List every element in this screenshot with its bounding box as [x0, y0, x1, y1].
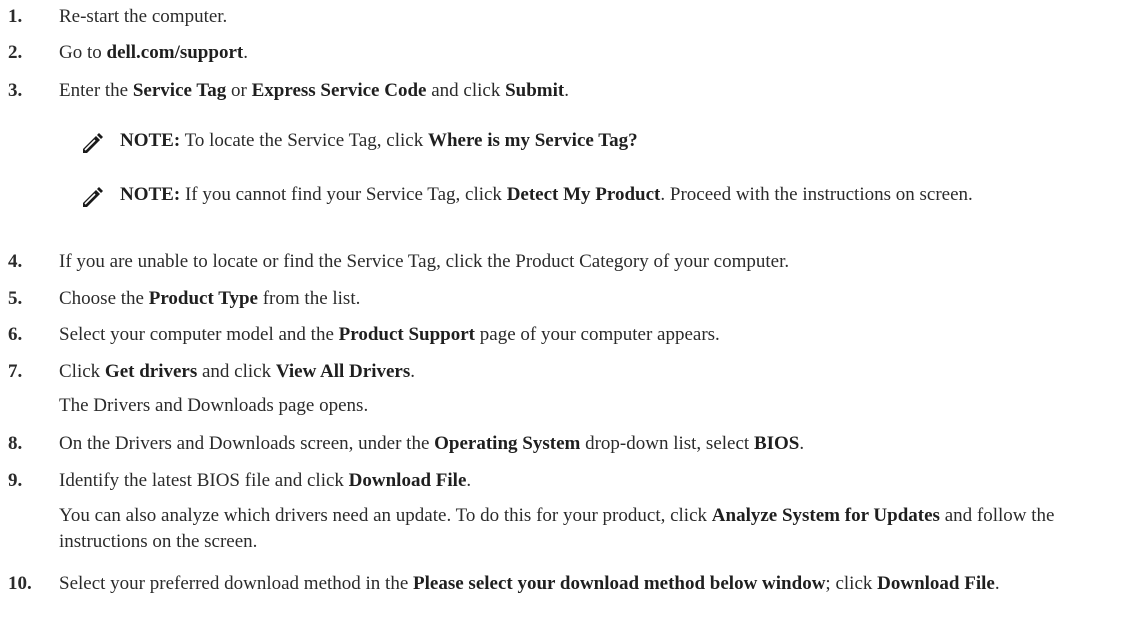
- note-pencil-icon: [83, 187, 103, 207]
- step-number: 10.: [8, 573, 32, 594]
- text-run: . Proceed with the instructions on scree…: [660, 184, 973, 205]
- bold-run: Detect My Product: [506, 184, 661, 205]
- text-run: Go to: [59, 42, 107, 63]
- text-run: To locate the Service Tag, click: [180, 130, 428, 151]
- sub-paragraph-analyze: You can also analyze which drivers need …: [59, 503, 1113, 555]
- step-number: 7.: [8, 361, 23, 382]
- text-run: or: [226, 80, 252, 101]
- bold-run: Submit: [505, 80, 565, 101]
- text-run: .: [410, 361, 415, 382]
- step-text: If you are unable to locate or find the …: [59, 249, 1113, 274]
- text-run: drop-down list, select: [580, 433, 754, 454]
- step-text: Re-start the computer.: [59, 4, 1113, 29]
- text-run: On the Drivers and Downloads screen, und…: [59, 433, 435, 454]
- bold-run: View All Drivers: [275, 361, 411, 382]
- text-run: .: [564, 80, 569, 101]
- text-run: .: [243, 42, 248, 63]
- step-text: Enter the Service Tag or Express Service…: [59, 78, 1113, 103]
- step-text: Choose the Product Type from the list.: [59, 286, 1113, 311]
- step-number: 2.: [8, 42, 23, 63]
- text-run: .: [799, 433, 805, 454]
- text-run: Click: [59, 361, 105, 382]
- step-text: Go to dell.com/support.: [59, 40, 1113, 65]
- step-text: Select your computer model and the Produ…: [59, 322, 1113, 347]
- text-run: page of your computer appears.: [475, 324, 720, 345]
- note-text: NOTE: To locate the Service Tag, click W…: [120, 128, 1110, 153]
- step-text: Identify the latest BIOS file and click …: [59, 468, 1113, 493]
- step-text: Click Get drivers and click View All Dri…: [59, 359, 1113, 384]
- bold-run: Download File: [877, 573, 995, 594]
- document-page: 1. Re-start the computer. 2. Go to dell.…: [0, 0, 1121, 631]
- bold-run: Please select your download method below…: [413, 573, 826, 594]
- bold-run: NOTE:: [120, 130, 181, 151]
- step-number: 1.: [8, 6, 23, 27]
- bold-run: Analyze System for Updates: [711, 505, 940, 526]
- step-number: 5.: [8, 288, 23, 309]
- note-text: NOTE: If you cannot find your Service Ta…: [120, 182, 1110, 207]
- text-run: Enter the: [59, 80, 133, 101]
- step-number: 6.: [8, 324, 23, 345]
- bold-run: Express Service Code: [251, 80, 427, 101]
- text-run: and click: [197, 361, 276, 382]
- text-run: If you are unable to locate or find the …: [59, 251, 790, 272]
- bold-run: Product Type: [148, 288, 258, 309]
- bold-run: Operating System: [434, 433, 581, 454]
- step-number: 4.: [8, 251, 23, 272]
- step-number: 8.: [8, 433, 23, 454]
- bold-run: dell.com/support: [106, 42, 244, 63]
- step-text: On the Drivers and Downloads screen, und…: [59, 431, 1113, 456]
- text-run: Re-start the computer.: [59, 6, 228, 27]
- note-pencil-icon: [83, 133, 103, 153]
- sub-paragraph-drivers-page: The Drivers and Downloads page opens.: [59, 393, 1113, 418]
- bold-run: NOTE:: [120, 184, 181, 205]
- text-run: If you cannot find your Service Tag, cli…: [180, 184, 507, 205]
- text-run: You can also analyze which drivers need …: [59, 505, 712, 526]
- bold-run: Download File: [348, 470, 467, 491]
- text-run: Select your preferred download method in…: [59, 573, 414, 594]
- bold-run: Product Support: [338, 324, 476, 345]
- text-run: .: [466, 470, 472, 491]
- bold-run: Get drivers: [104, 361, 198, 382]
- text-run: ; click: [825, 573, 878, 594]
- text-run: from the list.: [257, 288, 361, 309]
- text-run: Identify the latest BIOS file and click: [59, 470, 349, 491]
- text-run: The Drivers and Downloads page opens.: [59, 395, 369, 416]
- step-number: 3.: [8, 80, 23, 101]
- step-number: 9.: [8, 470, 23, 491]
- text-run: Choose the: [59, 288, 149, 309]
- step-text: Select your preferred download method in…: [59, 571, 1113, 597]
- bold-run: BIOS: [753, 433, 800, 454]
- text-run: and click: [426, 80, 506, 101]
- text-run: Select your computer model and the: [59, 324, 339, 345]
- text-run: .: [994, 573, 1000, 594]
- bold-run: Service Tag: [132, 80, 227, 101]
- bold-run: Where is my Service Tag?: [427, 130, 638, 151]
